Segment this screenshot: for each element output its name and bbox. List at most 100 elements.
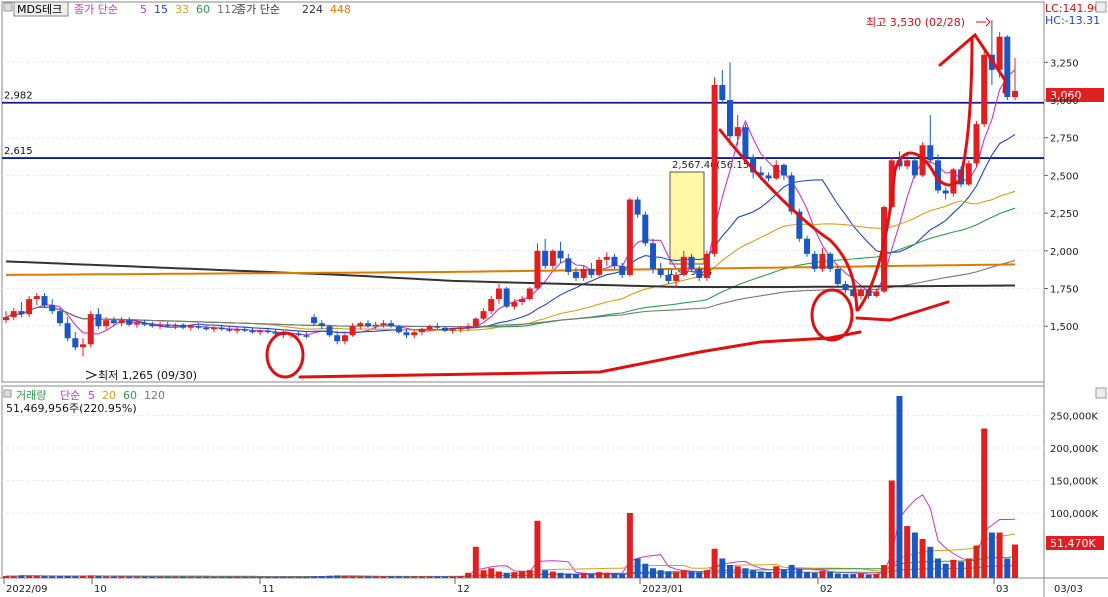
candle-body bbox=[234, 329, 241, 331]
highlight-box[interactable] bbox=[669, 171, 705, 265]
candle-body bbox=[180, 324, 187, 328]
date-label: 03 bbox=[996, 584, 1009, 595]
candle-body bbox=[819, 253, 826, 269]
volume-bar bbox=[141, 576, 148, 578]
volume-bar bbox=[372, 576, 379, 578]
volume-bar bbox=[942, 563, 949, 578]
date-label: 12 bbox=[457, 584, 470, 595]
period-448: 448 bbox=[330, 3, 351, 16]
volume-panel-close-button[interactable] bbox=[1095, 387, 1107, 399]
volume-bar bbox=[804, 572, 811, 578]
volume-bar bbox=[557, 572, 564, 578]
volume-bar bbox=[349, 576, 356, 578]
volume-bar bbox=[649, 568, 656, 578]
volume-bar bbox=[26, 575, 33, 578]
candle-body bbox=[442, 327, 449, 331]
candle bbox=[526, 287, 533, 301]
candle-body bbox=[773, 164, 780, 179]
volume-bar bbox=[257, 576, 264, 578]
candle-body bbox=[519, 299, 526, 303]
candle-body bbox=[811, 253, 818, 269]
candle-body bbox=[95, 314, 102, 327]
candle-body bbox=[804, 238, 811, 254]
candle-body bbox=[842, 283, 849, 291]
candle-body bbox=[834, 268, 841, 284]
volume-bar bbox=[365, 576, 372, 578]
candle-body bbox=[565, 258, 572, 272]
volume-bar bbox=[126, 576, 133, 578]
candle-body bbox=[965, 163, 972, 185]
candle-body bbox=[857, 290, 864, 297]
candle-body bbox=[10, 311, 17, 318]
price-tick-label: 3,250 bbox=[1050, 58, 1079, 69]
candle-body bbox=[911, 160, 918, 176]
candle bbox=[711, 77, 718, 257]
volume-bar bbox=[103, 576, 110, 578]
candle-body bbox=[295, 333, 302, 336]
volume-bar bbox=[765, 572, 772, 578]
volume-bar bbox=[187, 576, 194, 578]
volume-bar bbox=[480, 570, 487, 578]
candle-body bbox=[426, 326, 433, 330]
candle bbox=[981, 47, 988, 128]
candle-body bbox=[619, 265, 626, 275]
candle-body bbox=[534, 250, 541, 289]
candle-body bbox=[649, 243, 656, 269]
volume-bar bbox=[588, 574, 595, 578]
volume-bar bbox=[303, 576, 310, 578]
volume-bar bbox=[56, 576, 63, 578]
period-15: 15 bbox=[154, 3, 168, 16]
candle-body bbox=[149, 324, 156, 327]
period-112: 112 bbox=[217, 3, 238, 16]
candle-body bbox=[26, 299, 33, 315]
stock-name: MDS테크 bbox=[17, 3, 62, 16]
volume-bar bbox=[526, 570, 533, 578]
candle-body bbox=[3, 317, 9, 321]
period-60: 60 bbox=[196, 3, 210, 16]
volume-bar bbox=[950, 559, 957, 578]
candle-body bbox=[703, 253, 710, 278]
candle-body bbox=[557, 250, 564, 259]
volume-bar bbox=[49, 576, 56, 578]
candle-body bbox=[472, 318, 479, 327]
volume-bar bbox=[642, 563, 649, 578]
volume-bar bbox=[865, 574, 872, 578]
candle-body bbox=[942, 190, 949, 194]
volume-bar bbox=[873, 574, 880, 578]
volume-bar bbox=[311, 576, 318, 578]
volume-bar bbox=[788, 565, 795, 578]
candle-body bbox=[642, 214, 649, 244]
volume-bar bbox=[572, 574, 579, 578]
volume-bar bbox=[596, 572, 603, 578]
candle-body bbox=[981, 54, 988, 125]
candle-body bbox=[680, 256, 687, 275]
candle-body bbox=[973, 124, 980, 164]
price-tick-label: 2,250 bbox=[1050, 209, 1079, 220]
volume-bar bbox=[727, 565, 734, 578]
current-volume-value: 51,470K bbox=[1050, 537, 1096, 550]
volume-bar bbox=[95, 576, 102, 578]
candle-body bbox=[33, 296, 40, 300]
volume-bar bbox=[711, 548, 718, 578]
candle bbox=[634, 196, 641, 218]
candle-body bbox=[403, 332, 410, 336]
price-tick-label: 2,750 bbox=[1050, 134, 1079, 145]
candle-body bbox=[711, 84, 718, 254]
panel-close-button[interactable] bbox=[1095, 1, 1107, 13]
candle bbox=[26, 296, 33, 318]
date-label: 03/03 bbox=[1054, 584, 1083, 595]
volume-bar bbox=[449, 576, 456, 578]
volume-tick-label: 100,000K bbox=[1050, 509, 1098, 520]
candle bbox=[834, 265, 841, 287]
candle bbox=[703, 250, 710, 281]
volume-bar bbox=[388, 576, 395, 578]
candle-body bbox=[719, 84, 726, 101]
volume-bar bbox=[341, 576, 348, 578]
candle-body bbox=[380, 323, 387, 325]
volume-bar bbox=[295, 576, 302, 578]
volume-bar bbox=[904, 526, 911, 578]
stock-chart: 2,982 2,615 2,567.46(56.15) 1,979.24 최고 … bbox=[0, 0, 1108, 597]
candle-body bbox=[927, 145, 934, 161]
candle-body bbox=[264, 330, 271, 333]
candle-body bbox=[49, 305, 56, 312]
